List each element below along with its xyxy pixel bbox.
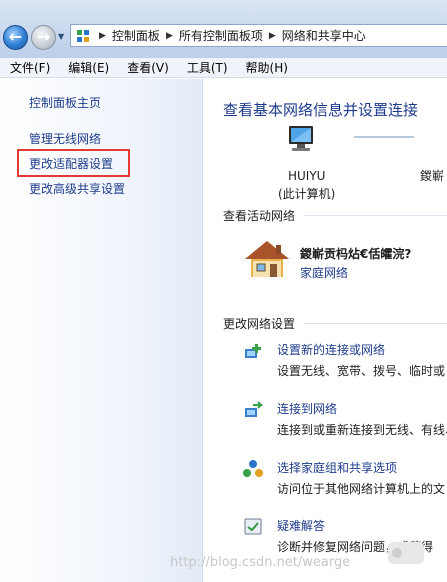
troubleshoot-icon	[244, 518, 262, 535]
breadcrumb-separator-icon: ▶	[268, 30, 276, 41]
breadcrumb-item-network-center[interactable]: 网络和共享中心	[282, 27, 366, 44]
watermark-logo-icon	[388, 542, 424, 564]
network-setup-icon	[245, 344, 261, 358]
watermark-text: http://blog.csdn.net/wearge	[170, 555, 351, 570]
setup-connection-link[interactable]: 设置新的连接或网络	[277, 341, 385, 358]
main-panel: 查看基本网络信息并设置连接 HUIYU (此计算机) 鍐嶄 查看活动网络 鍐嶄贡…	[204, 79, 447, 582]
homegroup-link[interactable]: 选择家庭组和共享选项	[277, 459, 397, 476]
back-button[interactable]: ←	[3, 25, 28, 50]
network-map-label: 鍐嶄	[420, 169, 445, 183]
network-connect-icon	[245, 401, 263, 417]
forward-button[interactable]: →	[31, 25, 56, 50]
menu-view[interactable]: 查看(V)	[118, 59, 178, 76]
home-network-icon	[245, 241, 289, 277]
menu-file[interactable]: 文件(F)	[0, 59, 59, 76]
recent-pages-dropdown-icon[interactable]: ▼	[58, 32, 64, 41]
homegroup-desc: 访问位于其他网络计算机上的文	[277, 482, 446, 496]
computer-sub-label: (此计算机)	[278, 187, 336, 201]
breadcrumb[interactable]: ▶ 控制面板 ▶ 所有控制面板项 ▶ 网络和共享中心	[70, 24, 447, 47]
breadcrumb-item-all-items[interactable]: 所有控制面板项	[179, 27, 263, 44]
control-panel-icon	[77, 29, 89, 42]
active-networks-header: 查看活动网络	[223, 209, 296, 223]
computer-icon	[289, 126, 313, 151]
computer-name: HUIYU	[288, 169, 326, 183]
section-divider	[304, 215, 447, 216]
sidebar-link-home[interactable]: 控制面板主页	[29, 94, 101, 111]
highlight-box	[17, 149, 130, 177]
page-title: 查看基本网络信息并设置连接	[223, 101, 419, 119]
connect-network-link[interactable]: 连接到网络	[277, 400, 337, 417]
setup-connection-desc: 设置无线、宽带、拨号、临时或	[277, 364, 446, 378]
sidebar-link-manage-wireless[interactable]: 管理无线网络	[29, 130, 101, 147]
menu-help[interactable]: 帮助(H)	[237, 59, 297, 76]
active-network-name: 鍐嶄贡杩炶€佸皬浣?	[300, 247, 412, 261]
breadcrumb-separator-icon: ▶	[165, 30, 173, 41]
homegroup-icon	[243, 460, 263, 477]
breadcrumb-item-control-panel[interactable]: 控制面板	[112, 27, 160, 44]
sidebar: 控制面板主页 管理无线网络 更改适配器设置 更改高级共享设置	[0, 79, 203, 582]
sidebar-link-advanced-sharing[interactable]: 更改高级共享设置	[29, 180, 125, 197]
menu-edit[interactable]: 编辑(E)	[59, 59, 118, 76]
change-settings-header: 更改网络设置	[223, 317, 296, 331]
menu-tools[interactable]: 工具(T)	[178, 59, 237, 76]
network-type-link[interactable]: 家庭网络	[300, 264, 348, 281]
section-divider	[304, 323, 447, 324]
connection-line	[354, 136, 414, 138]
connect-network-desc: 连接到或重新连接到无线、有线、	[277, 423, 447, 437]
breadcrumb-separator-icon: ▶	[99, 30, 106, 41]
address-bar: ← → ▼ ▶ 控制面板 ▶ 所有控制面板项 ▶ 网络和共享中心	[0, 0, 447, 58]
menu-bar: 文件(F) 编辑(E) 查看(V) 工具(T) 帮助(H)	[0, 58, 447, 78]
troubleshoot-link[interactable]: 疑难解答	[277, 517, 325, 534]
